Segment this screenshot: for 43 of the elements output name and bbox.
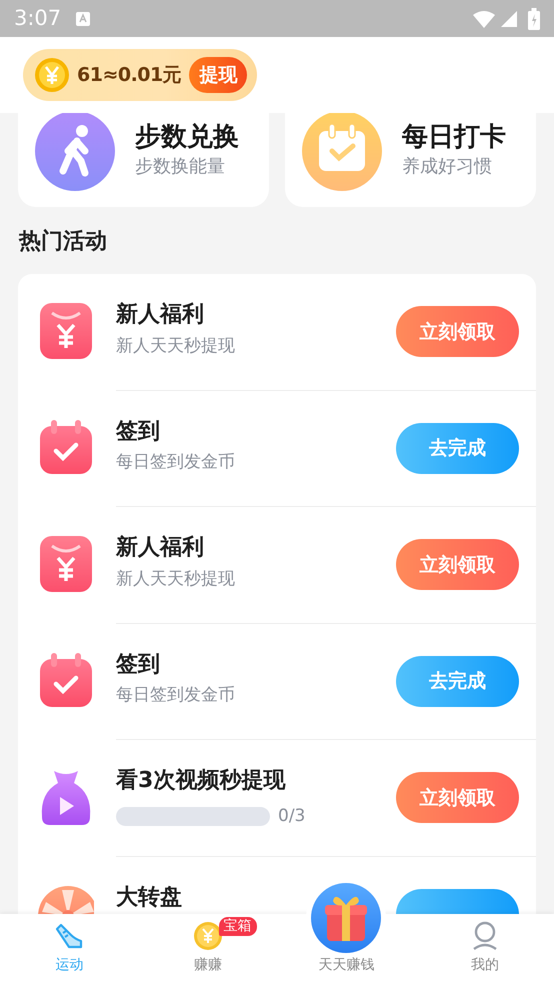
keyboard-icon: [75, 10, 92, 26]
complete-button[interactable]: 去完成: [396, 422, 519, 474]
complete-button[interactable]: 去完成: [396, 656, 519, 707]
nav-tab[interactable]: 天天赚钱: [277, 954, 416, 984]
activity-title: 看3次视频秒提现: [116, 767, 286, 795]
wifi-icon: [472, 10, 496, 28]
clock-time: 3:07: [14, 4, 62, 32]
signal-icon: [500, 10, 518, 28]
shortcut-card[interactable]: 每日打卡 养成好习惯: [285, 113, 536, 207]
nav-label: 运动: [55, 956, 84, 975]
activity-subtitle: 每日签到发金币: [116, 684, 236, 708]
activity-title: 签到: [116, 418, 161, 446]
badge-label: 宝箱: [218, 917, 256, 936]
nav-label: 赚赚: [194, 956, 222, 975]
activity-title: 大转盘: [116, 884, 183, 912]
activity-subtitle: 每日签到发金币: [116, 451, 236, 474]
claim-button[interactable]: 立刻领取: [396, 306, 519, 358]
progress-count: 0/3: [278, 804, 306, 828]
section-title: 热门活动: [19, 228, 108, 256]
claim-button[interactable]: 立刻领取: [396, 539, 519, 590]
nav-label: 我的: [470, 956, 499, 975]
shortcut-title: 步数兑换: [135, 122, 239, 154]
nav-tab[interactable]: 我的: [416, 914, 554, 984]
activity-title: 签到: [116, 650, 161, 678]
nav-label: 天天赚钱: [318, 956, 374, 975]
nav-tab[interactable]: 运动: [0, 914, 138, 984]
coin-balance: 61≈0.01元: [77, 62, 182, 88]
shortcut-subtitle: 步数换能量: [135, 155, 226, 180]
activity-title: 新人福利: [116, 301, 205, 329]
activity-subtitle: 新人天天秒提现: [116, 334, 236, 358]
activity-title: 新人福利: [116, 534, 205, 562]
coin-icon: [35, 58, 69, 92]
shortcut-subtitle: 养成好习惯: [402, 155, 493, 180]
claim-button[interactable]: 立刻领取: [396, 772, 519, 824]
withdraw-button[interactable]: 提现: [189, 57, 248, 93]
activity-subtitle: 新人天天秒提现: [116, 568, 236, 591]
battery-icon: [528, 8, 540, 30]
coin-icon: [192, 921, 223, 951]
gift-icon: [311, 883, 382, 953]
person-icon: [470, 921, 499, 951]
shortcut-title: 每日打卡: [402, 122, 506, 154]
shortcut-card[interactable]: 步数兑换 步数换能量: [18, 113, 269, 207]
nav-tab[interactable]: 赚赚 宝箱: [138, 914, 277, 984]
